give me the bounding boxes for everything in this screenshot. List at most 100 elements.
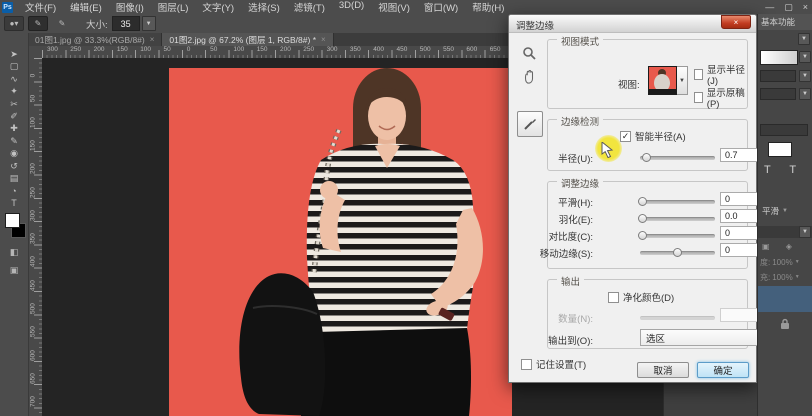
vruler-label: 450 <box>30 277 37 293</box>
screen-mode-toggle[interactable]: ▣ <box>0 263 28 277</box>
checkbox-box[interactable] <box>694 92 703 103</box>
checkbox-box-checked[interactable]: ✓ <box>620 131 631 142</box>
fill-value[interactable]: 100% <box>772 273 792 282</box>
view-mode-thumbnail[interactable] <box>648 66 677 95</box>
edge-detection-group: 边缘检测 ✓ 智能半径(A) 半径(U): 0.7 像素 <box>547 119 748 171</box>
menu-item-window[interactable]: 窗口(W) <box>417 0 465 14</box>
workspace-label: 基本功能 <box>761 16 795 28</box>
contrast-label: 对比度(C): <box>549 229 593 243</box>
hand-tool-button[interactable] <box>518 67 540 87</box>
layer-lock-icons[interactable]: ▣ ◈ <box>762 242 799 251</box>
field-dropdown-arrow-2[interactable]: ▼ <box>799 88 811 100</box>
zoom-tool-button[interactable] <box>518 43 540 63</box>
menu-item-3d[interactable]: 3D(D) <box>332 0 371 14</box>
opacity-dropdown-arrow[interactable]: ▼ <box>795 259 800 265</box>
workspace-switcher[interactable]: 基本功能 <box>758 14 812 30</box>
panel-dock-background <box>663 383 758 416</box>
radius-slider-track[interactable] <box>640 156 715 160</box>
decontaminate-colors-checkbox[interactable]: 净化颜色(D) <box>608 290 674 304</box>
antialias-select[interactable]: 平滑 ▼ <box>758 204 812 217</box>
panel-field-3[interactable] <box>760 124 808 136</box>
smooth-label: 平滑(H): <box>558 195 593 209</box>
menu-item-help[interactable]: 帮助(H) <box>465 0 511 14</box>
refine-radius-tool-button[interactable] <box>517 111 543 137</box>
smooth-slider-thumb[interactable] <box>638 197 647 206</box>
show-radius-checkbox[interactable]: 显示半径 (J) <box>694 62 747 87</box>
hruler-label: 250 <box>70 46 81 53</box>
close-button[interactable]: × <box>803 2 808 12</box>
vruler-label: 400 <box>30 254 37 270</box>
erase-refinements-icon[interactable]: ✎ <box>52 16 72 31</box>
tab-title: 01图2.jpg @ 67.2% (图层 1, RGB/8#) * <box>169 34 316 46</box>
tab-close-icon[interactable]: × <box>150 35 155 44</box>
menu-item-edit[interactable]: 编辑(E) <box>63 0 109 14</box>
show-original-label: 显示原稿 (P) <box>707 85 747 110</box>
tab-title: 01图1.jpg @ 33.3%(RGB/8#) <box>35 34 145 46</box>
color-swatch-white[interactable] <box>768 142 792 157</box>
shift-edge-slider-track[interactable] <box>640 251 715 255</box>
gradient-swatch[interactable] <box>760 50 798 65</box>
shift-edge-slider-thumb[interactable] <box>673 248 682 257</box>
type-tool[interactable]: T <box>0 196 28 211</box>
contrast-slider-track[interactable] <box>640 234 715 238</box>
menu-item-image[interactable]: 图像(I) <box>109 0 151 14</box>
remember-settings-checkbox[interactable]: 记住设置(T) <box>521 357 586 371</box>
brush-preset-icon[interactable]: ●▾ <box>4 16 24 31</box>
vruler-label: 50 <box>30 91 37 107</box>
fill-dropdown-arrow[interactable]: ▼ <box>795 274 800 280</box>
feather-slider-thumb[interactable] <box>638 214 647 223</box>
menu-item-view[interactable]: 视图(V) <box>371 0 417 14</box>
swatch-dropdown-arrow[interactable]: ▼ <box>799 51 811 63</box>
contrast-slider-thumb[interactable] <box>638 231 647 240</box>
tab-document-1[interactable]: 01图1.jpg @ 33.3%(RGB/8#) × <box>28 33 162 46</box>
tab-close-icon[interactable]: × <box>321 35 326 44</box>
hruler-label: 500 <box>420 46 431 53</box>
hruler-label: 150 <box>117 46 128 53</box>
vruler-label: 350 <box>30 231 37 247</box>
type-style-icons[interactable]: T T <box>764 164 804 176</box>
checkbox-box[interactable] <box>694 69 703 80</box>
photoshop-window: Ps 文件(F)编辑(E)图像(I)图层(L)文字(Y)选择(S)滤镜(T)3D… <box>0 0 812 416</box>
blend-mode-dropdown-arrow[interactable]: ▼ <box>799 226 811 238</box>
amount-slider-row: 数量(N): % <box>548 310 749 324</box>
tab-document-2[interactable]: 01图2.jpg @ 67.2% (图层 1, RGB/8#) * × <box>162 33 333 46</box>
dialog-title-bar[interactable]: 调整边缘 × <box>509 15 756 33</box>
radius-slider-thumb[interactable] <box>642 153 651 162</box>
ok-button[interactable]: 确定 <box>697 362 749 378</box>
menu-item-type[interactable]: 文字(Y) <box>195 0 241 14</box>
panel-dropdown-arrow[interactable]: ▼ <box>798 33 810 45</box>
menu-item-file[interactable]: 文件(F) <box>18 0 63 14</box>
vruler-label: 650 <box>30 370 37 386</box>
foreground-color-swatch[interactable] <box>5 213 20 228</box>
menu-item-layer[interactable]: 图层(L) <box>151 0 196 14</box>
vruler-label: 100 <box>30 114 37 130</box>
panel-field-2[interactable] <box>760 88 796 100</box>
minimize-button[interactable]: — <box>765 2 774 12</box>
checkbox-box[interactable] <box>608 292 619 303</box>
panel-field-1[interactable] <box>760 70 796 82</box>
smart-radius-checkbox[interactable]: ✓ 智能半径(A) <box>620 129 686 143</box>
brush-size-value[interactable]: 35 <box>112 16 140 31</box>
feather-slider-track[interactable] <box>640 217 715 221</box>
document-photo[interactable] <box>169 68 512 416</box>
view-mode-dropdown-arrow[interactable]: ▼ <box>677 66 688 95</box>
checkbox-box[interactable] <box>521 359 532 370</box>
show-original-checkbox[interactable]: 显示原稿 (P) <box>694 85 747 110</box>
decontaminate-colors-label: 净化颜色(D) <box>623 290 674 304</box>
restore-button[interactable]: ▢ <box>784 2 793 13</box>
opacity-row: 度: 100% ▼ <box>758 256 812 268</box>
smooth-slider-track[interactable] <box>640 200 715 204</box>
menu-items: 文件(F)编辑(E)图像(I)图层(L)文字(Y)选择(S)滤镜(T)3D(D)… <box>18 0 511 14</box>
vruler-label: 250 <box>30 184 37 200</box>
brush-size-dropdown[interactable]: ▼ <box>142 16 156 31</box>
quick-mask-toggle[interactable]: ◧ <box>0 245 28 259</box>
opacity-value[interactable]: 100% <box>772 258 792 267</box>
dialog-close-button[interactable]: × <box>721 15 751 29</box>
menu-item-select[interactable]: 选择(S) <box>241 0 287 14</box>
field-dropdown-arrow-1[interactable]: ▼ <box>799 70 811 82</box>
refine-edge-dialog: 调整边缘 × 视图模式 视图: <box>508 14 757 383</box>
brush-mode-icon[interactable]: ✎ <box>28 16 48 31</box>
cancel-button[interactable]: 取消 <box>637 362 689 378</box>
menu-item-filter[interactable]: 滤镜(T) <box>287 0 332 14</box>
selected-layer-row[interactable] <box>758 286 812 312</box>
